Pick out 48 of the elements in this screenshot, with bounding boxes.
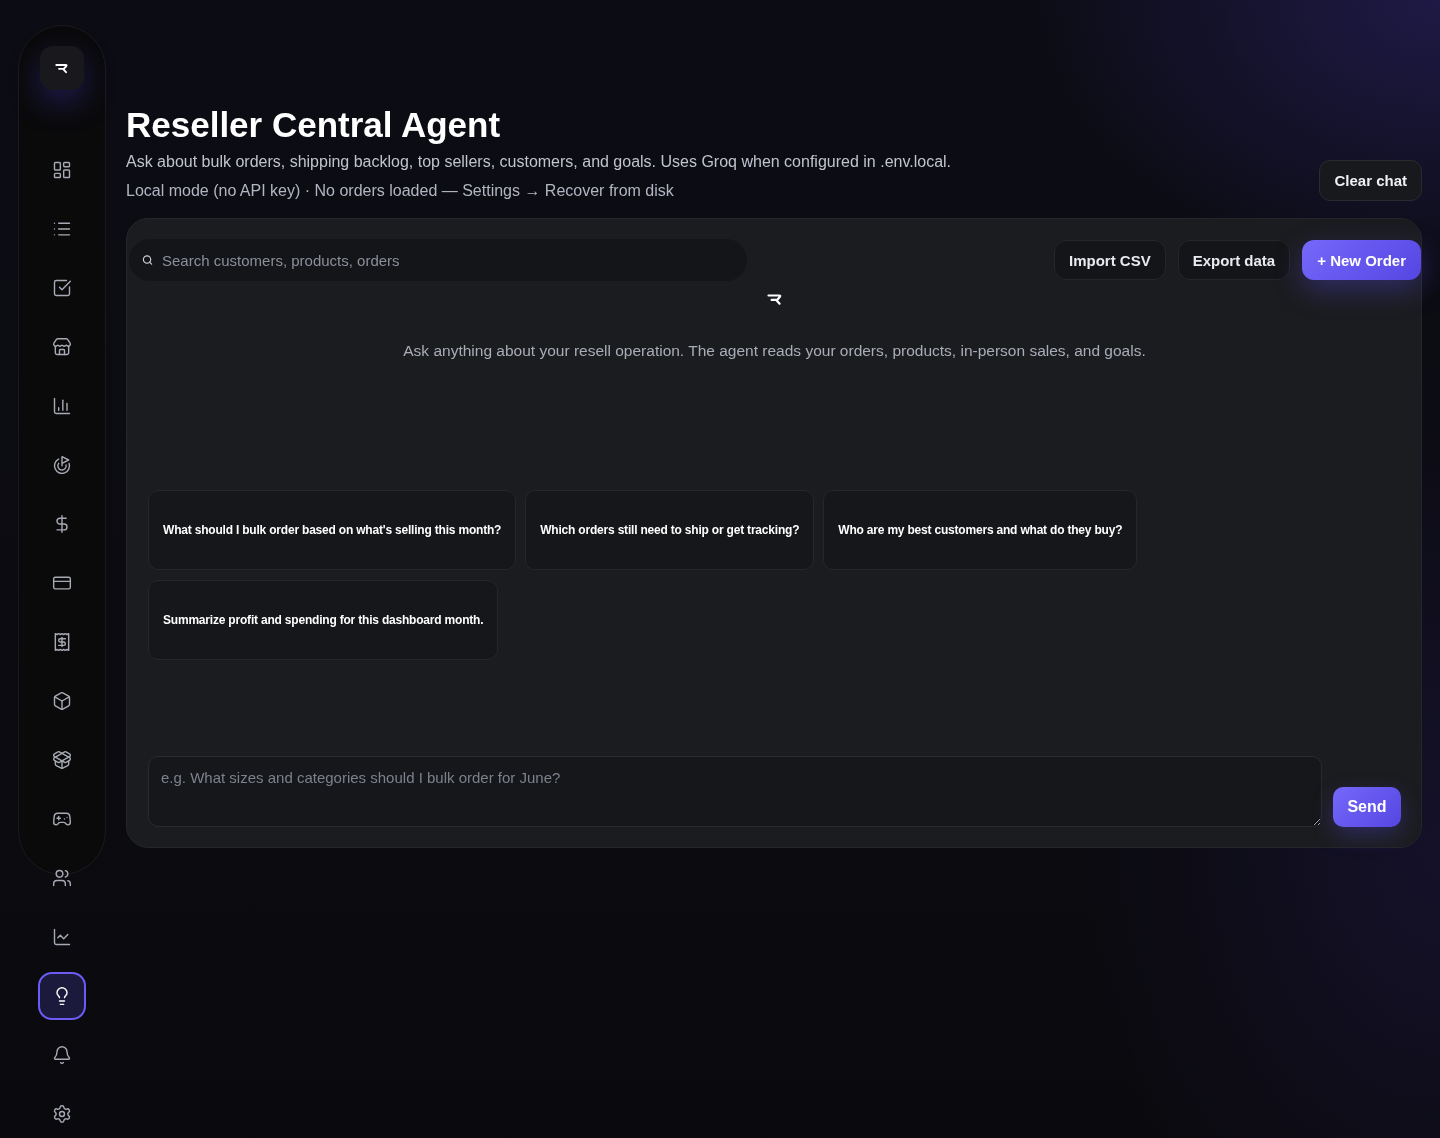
nav-button[interactable] — [52, 219, 72, 239]
nav-button[interactable] — [52, 750, 72, 770]
store-icon — [52, 337, 72, 357]
credit-card-icon — [52, 573, 72, 593]
nav-button[interactable] — [38, 972, 86, 1020]
check-square-icon — [52, 278, 72, 298]
nav-button[interactable] — [52, 868, 72, 888]
send-button[interactable]: Send — [1333, 787, 1401, 827]
intro-text: Ask anything about your resell operation. The agent reads your orders, products, in-person sales, and goals. — [403, 341, 1146, 361]
logo-tile[interactable] — [40, 46, 84, 90]
suggestion-card[interactable]: Which orders still need to ship or get tracking? — [525, 490, 815, 570]
nav-button[interactable] — [52, 396, 72, 416]
nav-button[interactable] — [52, 1045, 72, 1065]
nav-button[interactable] — [52, 573, 72, 593]
target-icon — [52, 455, 72, 475]
clear-chat-button[interactable]: Clear chat — [1319, 160, 1422, 201]
settings-icon — [52, 1104, 72, 1124]
dashboard-icon — [52, 160, 72, 180]
new-order-button[interactable]: + New Order — [1302, 240, 1421, 280]
nav-button[interactable] — [52, 927, 72, 947]
search-icon — [142, 254, 153, 266]
suggestion-card[interactable]: What should I bulk order based on what's selling this month? — [148, 490, 517, 570]
nav-button[interactable] — [52, 337, 72, 357]
nav-button[interactable] — [52, 160, 72, 180]
bar-chart-icon — [52, 396, 72, 416]
toolbar-button[interactable]: Import CSV — [1054, 240, 1166, 280]
suggestion-card[interactable]: Who are my best customers and what do they buy? — [823, 490, 1138, 570]
list-icon — [52, 219, 72, 239]
users-icon — [52, 868, 72, 888]
nav-button[interactable] — [52, 632, 72, 652]
line-chart-icon — [52, 927, 72, 947]
toolbar-button[interactable]: Export data — [1177, 240, 1291, 280]
message-input[interactable]: e.g. What sizes and categories should I bulk order for June? — [148, 756, 1322, 827]
search-field[interactable]: Search customers, products, orders — [129, 239, 747, 281]
open-box-icon — [52, 750, 72, 770]
status-text: Local mode (no API key) · No orders loaded — Settings → Recover from disk — [126, 181, 674, 201]
nav-button[interactable] — [52, 278, 72, 298]
page-title: Reseller Central Agent — [126, 104, 501, 146]
bell-icon — [52, 1045, 72, 1065]
cube-icon — [52, 691, 72, 711]
nav-button[interactable] — [52, 1104, 72, 1124]
suggestion-card[interactable]: Summarize profit and spending for this dashboard month. — [148, 580, 499, 660]
nav-button[interactable] — [52, 455, 72, 475]
logo-icon — [55, 62, 69, 74]
page-subtitle: Ask about bulk orders, shipping backlog, top sellers, customers, and goals. Uses Groq when configured in .env.local. — [126, 152, 952, 172]
logo-icon — [766, 293, 783, 306]
nav-button[interactable] — [52, 691, 72, 711]
receipt-icon — [52, 632, 72, 652]
